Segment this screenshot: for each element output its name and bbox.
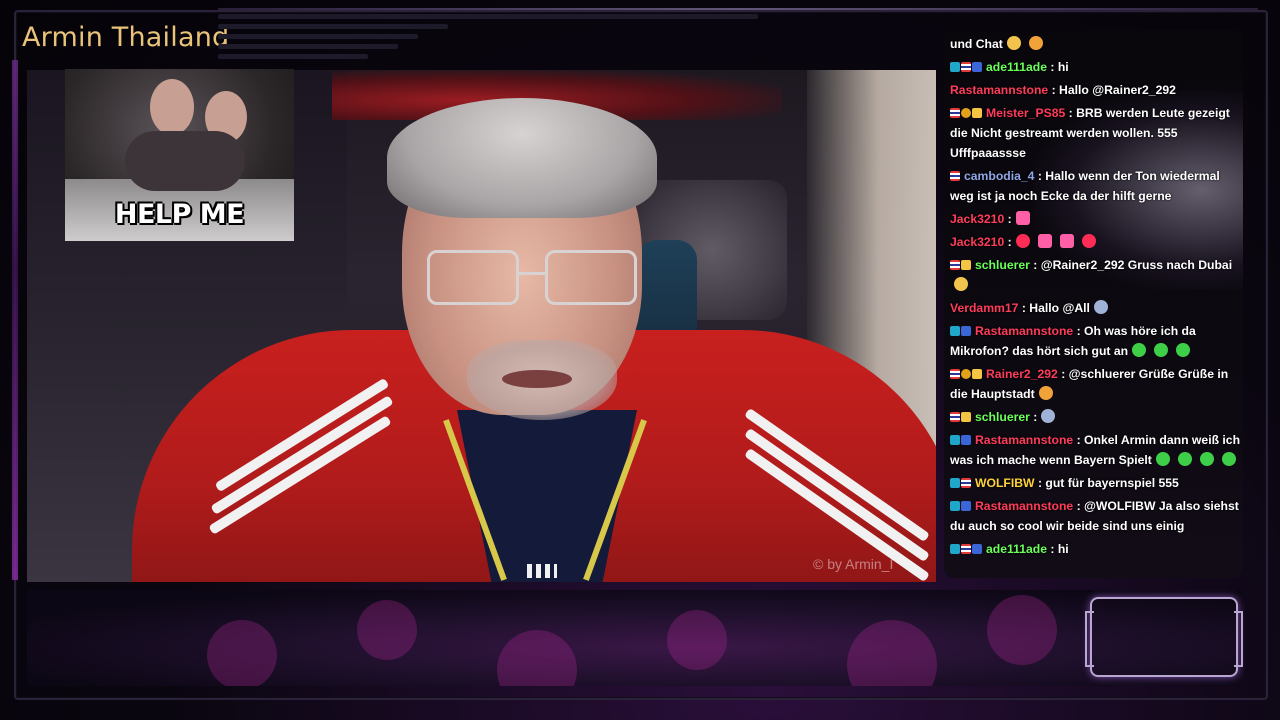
emote-icon <box>954 277 968 291</box>
emote-icon <box>1199 452 1214 466</box>
chat-message: Meister_PS85 : BRB werden Leute gezeigt … <box>950 103 1242 163</box>
chat-username[interactable]: Rastamannstone <box>975 433 1073 447</box>
chat-badge-icon <box>961 326 971 336</box>
chat-text: : hi <box>1047 542 1069 556</box>
chat-badge-icon <box>961 62 971 72</box>
chat-username[interactable]: WOLFIBW <box>975 476 1035 490</box>
chat-message: ade111ade : hi <box>950 539 1242 559</box>
video-watermark: © by Armin_I <box>813 556 894 572</box>
meme-gif: HELP ME <box>65 69 294 241</box>
chat-username[interactable]: Jack3210 <box>950 212 1004 226</box>
emote-icon <box>1093 300 1108 314</box>
chat-message: ade111ade : hi <box>950 57 1242 77</box>
chat-badge-icon <box>961 435 971 445</box>
chat-username[interactable]: cambodia_4 <box>964 169 1034 183</box>
emote-icon <box>1041 409 1056 423</box>
streamer-mouth <box>502 370 572 388</box>
frame-glow <box>12 60 18 580</box>
chat-badge-icon <box>961 369 971 379</box>
emote-icon <box>1081 234 1096 248</box>
chat-username[interactable]: Rastamannstone <box>975 324 1073 338</box>
chat-badge-icon <box>961 478 971 488</box>
chat-text: : @Rainer2_292 Gruss nach Dubai <box>1029 258 1233 272</box>
emote-icon <box>1006 36 1021 50</box>
emote-icon <box>1059 234 1074 248</box>
emote-icon <box>1028 36 1043 50</box>
title-decoration-bars <box>218 14 778 66</box>
chat-text: : <box>1004 235 1012 249</box>
chat-username[interactable]: Rastamannstone <box>950 83 1048 97</box>
chat-message: Verdamm17 : Hallo @All <box>950 298 1242 318</box>
chat-badge-icon <box>950 412 960 422</box>
chat-username[interactable]: ade111ade <box>986 542 1047 556</box>
chat-message: Jack3210 : <box>950 232 1242 252</box>
chat-badge-icon <box>950 544 960 554</box>
emote-icon <box>1176 343 1191 357</box>
chat-text: : <box>1029 410 1038 424</box>
chat-badge-icon <box>972 369 982 379</box>
chat-username[interactable]: Verdamm17 <box>950 301 1018 315</box>
chat-message: schluerer : <box>950 407 1242 427</box>
chat-text: : gut für bayernspiel 555 <box>1034 476 1179 490</box>
bottom-banner <box>27 590 1243 686</box>
chat-badge-icon <box>950 326 960 336</box>
gif-caption: HELP ME <box>114 199 245 230</box>
chat-badge-icon <box>961 501 971 511</box>
chat-username[interactable]: Jack3210 <box>950 235 1004 249</box>
emote-icon <box>1038 386 1053 400</box>
chat-badge-icon <box>950 171 960 181</box>
chat-badge-icon <box>950 260 960 270</box>
streamer-hair <box>387 98 657 218</box>
emote-icon <box>1015 211 1030 225</box>
chat-message: cambodia_4 : Hallo wenn der Ton wiederma… <box>950 166 1242 206</box>
shirt-logo <box>527 564 557 578</box>
chat-username[interactable]: Rastamannstone <box>975 499 1073 513</box>
emote-icon <box>1221 452 1236 466</box>
chat-text: : <box>1004 212 1012 226</box>
chat-badge-icon <box>950 501 960 511</box>
bottom-frame-box <box>1085 597 1243 677</box>
emote-icon <box>1015 234 1030 248</box>
chat-badge-icon <box>950 369 960 379</box>
emote-icon <box>1155 452 1170 466</box>
chat-message: schluerer : @Rainer2_292 Gruss nach Duba… <box>950 255 1242 295</box>
chat-message-list: und Chat ade111ade : hi Rastamannstone : H… <box>950 34 1242 562</box>
chat-panel: und Chat ade111ade : hi Rastamannstone : H… <box>944 30 1243 578</box>
chat-username[interactable]: schluerer <box>975 258 1030 272</box>
chat-text: : hi <box>1047 60 1069 74</box>
chat-badge-icon <box>972 544 982 554</box>
chat-badge-icon <box>950 435 960 445</box>
chat-message: Rainer2_292 : @schluerer Grüße Grüße in … <box>950 364 1242 404</box>
chat-badge-icon <box>961 412 971 422</box>
chat-username[interactable]: schluerer <box>975 410 1030 424</box>
chat-badge-icon <box>950 62 960 72</box>
chat-badge-icon <box>950 108 960 118</box>
chat-message: Rastamannstone : Hallo @Rainer2_292 <box>950 80 1242 100</box>
chat-username[interactable]: Meister_PS85 <box>986 106 1065 120</box>
chat-badge-icon <box>972 62 982 72</box>
stream-overlay: Armin Thailand © by Armin_I HELP ME und … <box>0 0 1280 720</box>
streamer-glasses <box>427 250 637 310</box>
chat-message: WOLFIBW : gut für bayernspiel 555 <box>950 473 1242 493</box>
chat-username[interactable]: ade111ade <box>986 60 1047 74</box>
chat-badge-icon <box>961 260 971 270</box>
chat-text: : Hallo @All <box>1018 301 1090 315</box>
stream-title: Armin Thailand <box>22 22 230 53</box>
chat-message: Rastamannstone : @WOLFIBW Ja also siehst… <box>950 496 1242 536</box>
chat-username[interactable]: Rainer2_292 <box>986 367 1058 381</box>
chat-message: Rastamannstone : Oh was höre ich da Mikr… <box>950 321 1242 361</box>
chat-message: Rastamannstone : Onkel Armin dann weiß i… <box>950 430 1242 470</box>
emote-icon <box>1177 452 1192 466</box>
chat-text: : Hallo @Rainer2_292 <box>1048 83 1176 97</box>
emote-icon <box>1037 234 1052 248</box>
chat-badge-icon <box>961 544 971 554</box>
chat-message: und Chat <box>950 34 1242 54</box>
emote-icon <box>1132 343 1147 357</box>
chat-text: und Chat <box>950 37 1003 51</box>
chat-badge-icon <box>950 478 960 488</box>
chat-badge-icon <box>972 108 982 118</box>
chat-message: Jack3210 : <box>950 209 1242 229</box>
emote-icon <box>1154 343 1169 357</box>
chat-badge-icon <box>961 108 971 118</box>
